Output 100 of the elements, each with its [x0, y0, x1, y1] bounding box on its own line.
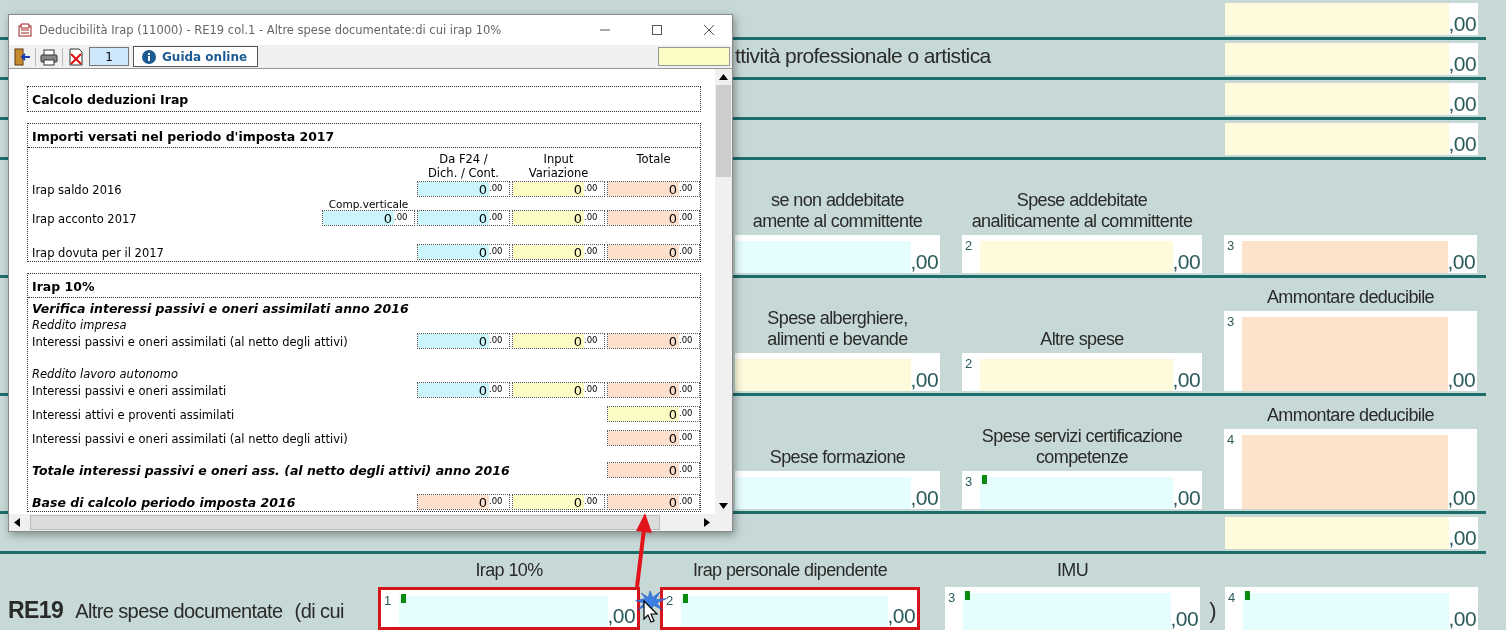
amount-field[interactable]: 4 ,00	[1224, 429, 1477, 509]
cell-value: 0	[668, 245, 677, 260]
cell-value: 0	[478, 334, 487, 349]
cell-decimals: .00	[584, 182, 599, 195]
row-label: Interessi attivi e proventi assimilati	[32, 408, 236, 422]
section-heading: Irap 10%	[28, 274, 700, 298]
cell-decimals: .00	[584, 383, 599, 396]
amount-value: ,00	[910, 251, 939, 273]
amount-value: ,00	[1170, 608, 1199, 630]
window-title: Deducibilità Irap (11000) - RE19 col.1 - Altre spese documentate:di cui irap 10%	[39, 23, 503, 37]
cell-value: 0	[478, 182, 487, 197]
field-number: 4	[1227, 589, 1236, 607]
scroll-thumb[interactable]	[30, 515, 660, 530]
column-header: Ammontare deducibile	[1265, 405, 1436, 426]
cell-value: 0	[668, 431, 677, 446]
amount-value: ,00	[1448, 527, 1477, 549]
bracket: )	[1209, 598, 1216, 623]
amount-field[interactable]: 2 ,00	[962, 235, 1202, 273]
amount-field[interactable]: 3 ,00	[1224, 235, 1477, 273]
amount-value: ,00	[1172, 369, 1201, 391]
amount-field[interactable]: ,00	[1225, 517, 1478, 549]
field-number: 3	[1226, 313, 1235, 331]
cell-value: 0	[573, 245, 582, 260]
cell-value: 0	[573, 383, 582, 398]
exit-door-icon[interactable]	[13, 47, 31, 66]
cell-value: 0	[478, 383, 487, 398]
amount-value: ,00	[1448, 608, 1477, 630]
row-label: Interessi passivi e oneri assimilati (al netto degli attivi)	[32, 432, 349, 446]
cell-value: 0	[478, 495, 487, 510]
cell-decimals: .00	[679, 211, 694, 224]
delete-document-icon[interactable]	[67, 47, 85, 66]
amount-field[interactable]: 3 ,00	[945, 587, 1200, 630]
column-header: Totale	[635, 152, 672, 168]
amount-field[interactable]: 1 ,00	[378, 587, 640, 630]
field-number: 2	[964, 355, 973, 373]
amount-field[interactable]: ,00	[1225, 83, 1478, 115]
cell-value: 0	[668, 383, 677, 398]
app-icon	[17, 22, 33, 38]
help-button[interactable]: Guida online	[133, 46, 259, 67]
amount-field[interactable]: ,00	[1225, 123, 1478, 155]
page-field[interactable]: 1	[89, 47, 129, 66]
cell-decimals: .00	[679, 383, 694, 396]
scroll-down-icon[interactable]	[719, 503, 728, 509]
printer-icon[interactable]	[40, 47, 58, 66]
amount-value: ,00	[1172, 487, 1201, 509]
horizontal-scrollbar[interactable]	[9, 514, 732, 531]
scroll-right-icon[interactable]	[704, 518, 710, 527]
column-header: Spese addebitate analiticamente al committente	[970, 190, 1194, 232]
cell-decimals: .00	[679, 182, 694, 195]
field-number: 2	[964, 237, 973, 255]
group-label: Reddito impresa	[32, 317, 128, 332]
amount-field[interactable]: 3 ,00	[1224, 311, 1477, 391]
amount-field[interactable]: ,00	[1225, 3, 1478, 35]
column-header: Irap personale dipendente	[691, 560, 889, 581]
group-label: Reddito lavoro autonomo	[32, 366, 179, 381]
amount-field[interactable]: ,00	[735, 353, 940, 391]
amount-value: ,00	[1448, 53, 1477, 75]
field-number: 1	[383, 592, 392, 610]
amount-value: ,00	[1447, 251, 1476, 273]
row-label: Irap dovuta per il 2017	[32, 246, 165, 260]
column-header: Irap 10%	[474, 560, 544, 581]
cell-value: 0	[573, 334, 582, 349]
column-header: Spese formazione	[768, 447, 907, 468]
scroll-up-icon[interactable]	[719, 74, 728, 80]
row-label: Altre spese documentate	[75, 600, 283, 623]
row-label: Interessi passivi e oneri assimilati	[32, 384, 228, 398]
amount-value: ,00	[910, 369, 939, 391]
row-label: Irap acconto 2017	[32, 212, 138, 226]
cell-decimals: .00	[679, 463, 694, 476]
cell-value: 0	[668, 463, 677, 478]
cell-decimals: .00	[489, 383, 504, 396]
cell-value: 0	[383, 211, 392, 226]
amount-value: ,00	[1172, 251, 1201, 273]
maximize-icon	[652, 25, 662, 35]
cell-decimals: .00	[584, 245, 599, 258]
input-field[interactable]	[658, 47, 730, 66]
column-header: IMU	[1055, 560, 1090, 581]
cell-decimals: .00	[584, 211, 599, 224]
cell-value: 0	[668, 182, 677, 197]
amount-field[interactable]: 3 ,00	[962, 471, 1202, 509]
row-label: Irap saldo 2016	[32, 183, 123, 197]
amount-field[interactable]: ,00	[735, 235, 940, 273]
vertical-scrollbar[interactable]	[715, 69, 732, 514]
amount-value: ,00	[1448, 133, 1477, 155]
amount-field[interactable]: 2 ,00	[660, 587, 920, 630]
cell-value: 0	[573, 211, 582, 226]
scroll-left-icon[interactable]	[14, 518, 20, 527]
scroll-thumb[interactable]	[716, 85, 731, 177]
amount-field[interactable]: 2 ,00	[962, 353, 1202, 391]
amount-field[interactable]: 4 ,00	[1225, 587, 1478, 630]
amount-field[interactable]: ,00	[735, 471, 940, 509]
cell-decimals: .00	[584, 334, 599, 347]
column-header: Comp.verticale	[327, 198, 410, 210]
amount-field[interactable]: ,00	[1225, 43, 1478, 75]
column-header: Altre spese	[1039, 329, 1125, 350]
row-label: ttività professionale o artistica	[735, 43, 991, 68]
row-label: Interessi passivi e oneri assimilati (al netto degli attivi)	[32, 335, 349, 349]
amount-value: ,00	[1448, 93, 1477, 115]
cell-value: 0	[573, 495, 582, 510]
column-header: Da F24 / Dich. / Cont.	[427, 152, 500, 180]
